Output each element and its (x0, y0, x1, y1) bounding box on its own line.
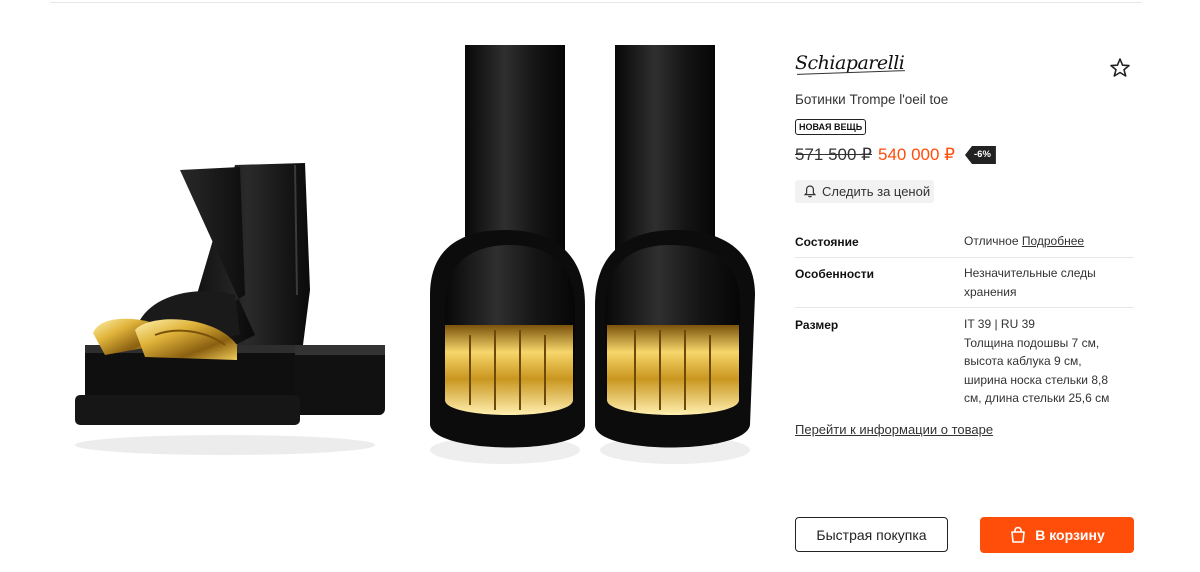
size-line: Толщина подошвы 7 см, (964, 335, 1100, 350)
add-to-cart-button[interactable]: В корзину (980, 517, 1134, 553)
size-line: ширина носка стельки 8,8 (964, 372, 1109, 387)
follow-price-button[interactable]: Следить за ценой (795, 180, 934, 203)
old-price: 571 500 ₽ (795, 145, 872, 164)
shopping-bag-icon (1011, 526, 1026, 543)
spec-divider (795, 307, 1134, 308)
size-line: см, длина стельки 25,6 см (964, 391, 1110, 405)
spec-value-size: IT 39 | RU 39 Толщина подошвы 7 см, высо… (964, 315, 1109, 408)
spec-label-condition: Состояние (795, 235, 859, 249)
features-line: Незначительные следы (964, 266, 1096, 280)
spec-label-size: Размер (795, 318, 839, 332)
favorite-star-icon[interactable] (1108, 56, 1132, 80)
discount-badge: -6% (965, 146, 996, 164)
size-line: IT 39 | RU 39 (964, 317, 1035, 331)
current-price: 540 000 ₽ (878, 145, 955, 164)
condition-value: Отличное (964, 234, 1019, 248)
product-image-side[interactable] (65, 145, 400, 465)
follow-price-label: Следить за ценой (822, 184, 931, 199)
product-info-link[interactable]: Перейти к информации о товаре (795, 422, 993, 437)
product-title: Ботинки Trompe l'oeil toe (795, 92, 949, 107)
spec-label-features: Особенности (795, 267, 875, 281)
spec-value-features: Незначительные следы хранения (964, 264, 1096, 301)
new-item-badge: НОВАЯ ВЕЩЬ (795, 119, 867, 135)
size-line: высота каблука 9 см, (964, 354, 1082, 368)
quick-buy-button[interactable]: Быстрая покупка (795, 517, 948, 552)
condition-details-link[interactable]: Подробнее (1022, 234, 1084, 248)
spec-divider (795, 257, 1134, 258)
price-row: 571 500 ₽ 540 000 ₽ -6% (795, 144, 996, 166)
top-divider (50, 2, 1142, 3)
features-line: хранения (964, 284, 1017, 299)
spec-value-condition: Отличное Подробнее (964, 232, 1084, 251)
bell-icon (804, 185, 816, 198)
add-to-cart-label: В корзину (1035, 527, 1105, 543)
product-image-front[interactable] (425, 45, 760, 470)
